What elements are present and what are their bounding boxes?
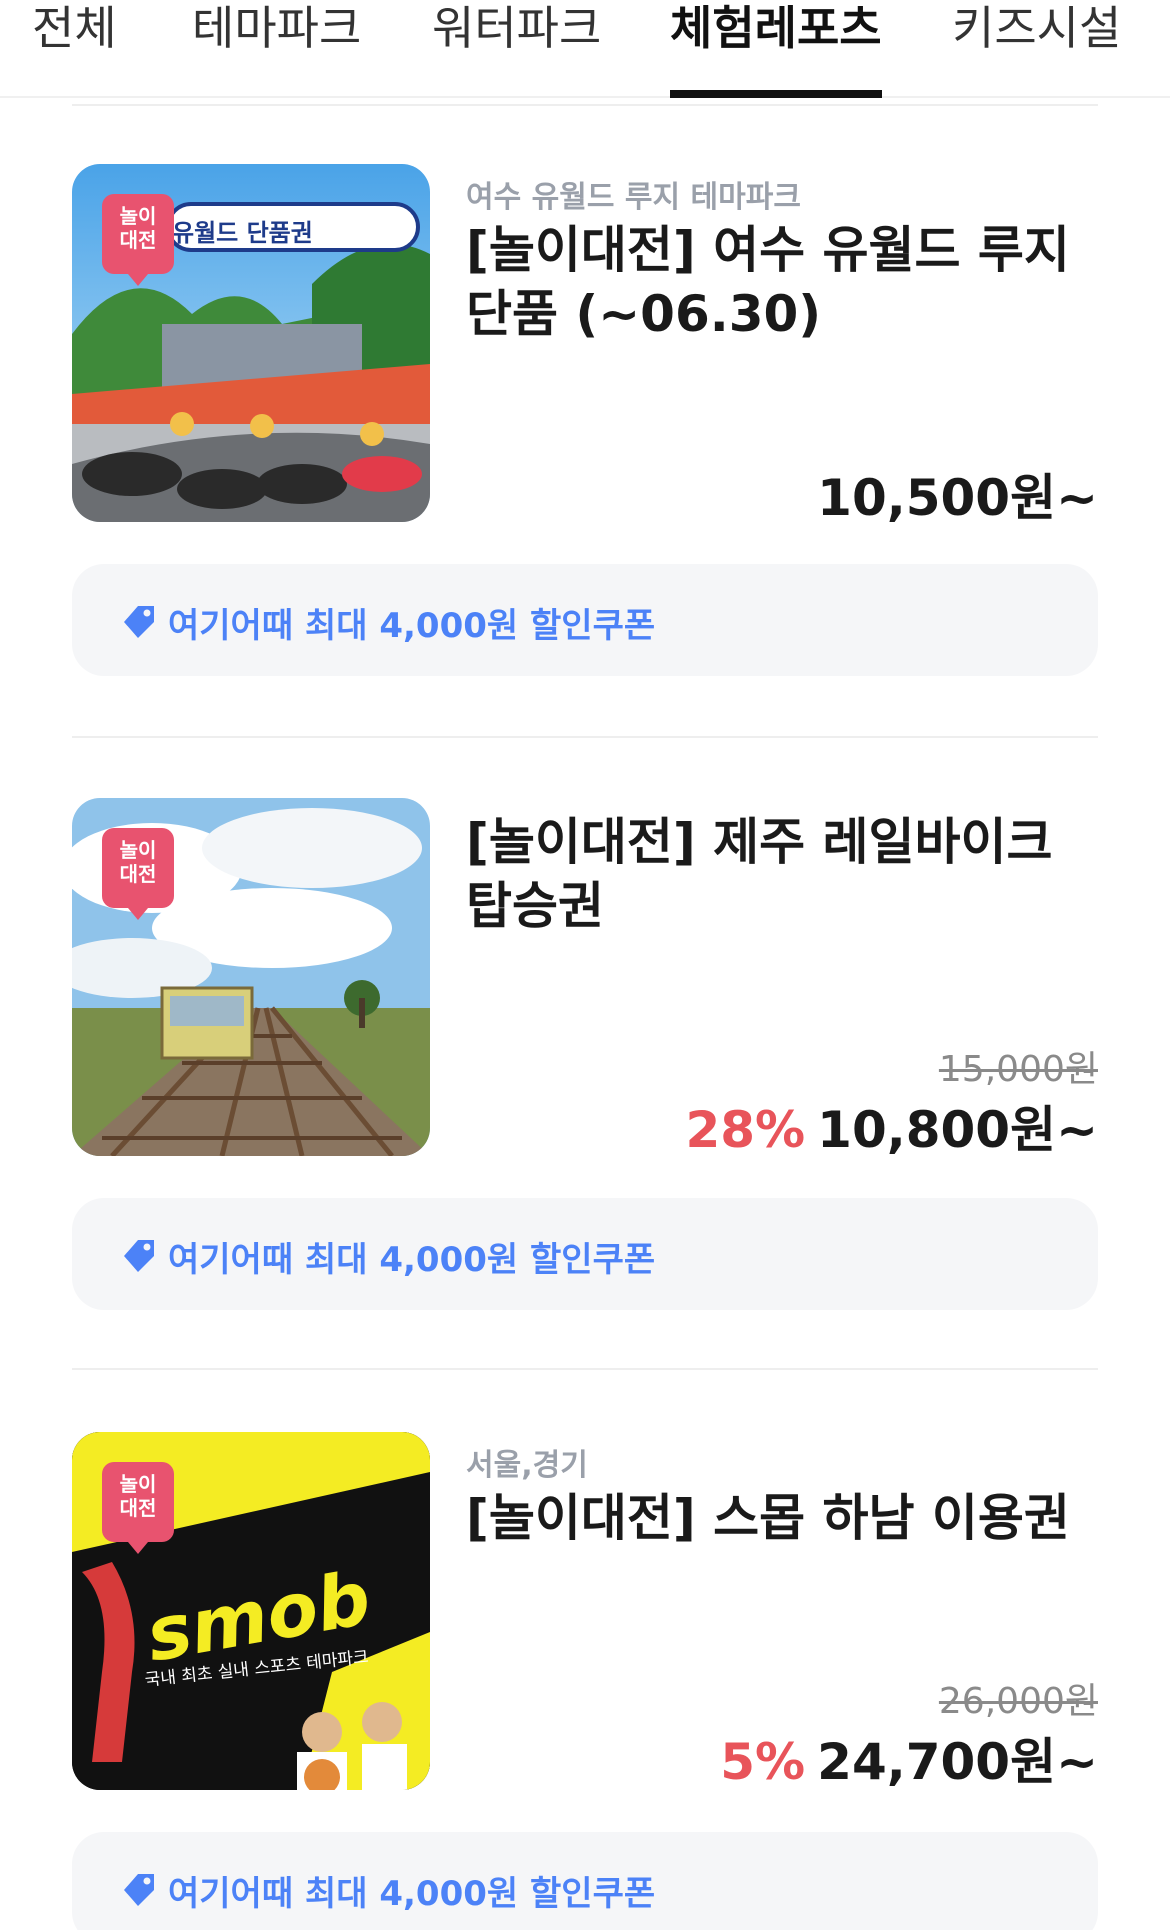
coupon-banner[interactable]: 여기어때 최대 4,000원 할인쿠폰 xyxy=(72,1832,1098,1930)
event-badge: 놀이 대전 xyxy=(102,194,174,286)
divider xyxy=(72,736,1098,738)
product-list-page: 전체 테마파크 워터파크 체험레포츠 키즈시설 유월드 단품권 놀이 대전 여수… xyxy=(0,0,1170,1930)
product-title[interactable]: [놀이대전] 스몹 하남 이용권 xyxy=(466,1486,1106,1550)
original-price: 26,000원 xyxy=(938,1681,1098,1722)
tab-water-park[interactable]: 워터파크 xyxy=(432,0,601,98)
sale-price: 10,500원~ xyxy=(817,469,1098,527)
event-badge: 놀이 대전 xyxy=(102,1462,174,1554)
tag-icon xyxy=(124,1240,154,1272)
product-category: 여수 유월드 루지 테마파크 xyxy=(466,180,801,215)
coupon-banner[interactable]: 여기어때 최대 4,000원 할인쿠폰 xyxy=(72,564,1098,676)
price-row: 28% 10,800원~ xyxy=(685,1090,1098,1162)
image-caption: 유월드 단품권 xyxy=(172,219,313,247)
product-image[interactable]: smob 국내 최초 실내 스포츠 테마파크 놀이 대전 xyxy=(72,1432,430,1790)
tab-experience-sports[interactable]: 체험레포츠 xyxy=(670,0,882,98)
category-tabs: 전체 테마파크 워터파크 체험레포츠 키즈시설 xyxy=(0,0,1170,98)
tag-icon xyxy=(124,606,154,638)
product-title[interactable]: [놀이대전] 제주 레일바이크 탑승권 xyxy=(466,810,1106,938)
event-badge: 놀이 대전 xyxy=(102,828,174,920)
product-title[interactable]: [놀이대전] 여수 유월드 루지 단품 (~06.30) xyxy=(466,218,1106,346)
sale-price: 10,800원~ xyxy=(817,1101,1098,1159)
coupon-text: 여기어때 최대 4,000원 할인쿠폰 xyxy=(168,606,656,646)
discount-rate: 28% xyxy=(685,1101,806,1159)
price-row: 5% 24,700원~ xyxy=(720,1722,1098,1794)
divider xyxy=(72,104,1098,106)
price-row: 10,500원~ xyxy=(817,458,1098,530)
divider xyxy=(72,1368,1098,1370)
original-price: 15,000원 xyxy=(938,1049,1098,1090)
product-image[interactable]: 유월드 단품권 놀이 대전 xyxy=(72,164,430,522)
coupon-banner[interactable]: 여기어때 최대 4,000원 할인쿠폰 xyxy=(72,1198,1098,1310)
sale-price: 24,700원~ xyxy=(817,1733,1098,1791)
tab-theme-park[interactable]: 테마파크 xyxy=(192,0,361,98)
tab-kids[interactable]: 키즈시설 xyxy=(952,0,1121,98)
coupon-text: 여기어때 최대 4,000원 할인쿠폰 xyxy=(168,1874,656,1914)
coupon-text: 여기어때 최대 4,000원 할인쿠폰 xyxy=(168,1240,656,1280)
active-tab-indicator xyxy=(670,90,882,98)
tag-icon xyxy=(124,1874,154,1906)
product-image[interactable]: 놀이 대전 xyxy=(72,798,430,1156)
product-category: 서울,경기 xyxy=(466,1448,588,1483)
discount-rate: 5% xyxy=(720,1733,806,1791)
tab-all[interactable]: 전체 xyxy=(32,0,117,98)
